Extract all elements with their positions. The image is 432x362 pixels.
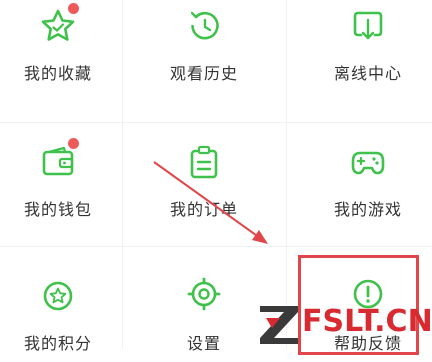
watermark: FSLT.CN [258,300,432,349]
watermark-logo-icon [260,306,298,344]
watermark-text: FSLT.CN [302,304,432,339]
